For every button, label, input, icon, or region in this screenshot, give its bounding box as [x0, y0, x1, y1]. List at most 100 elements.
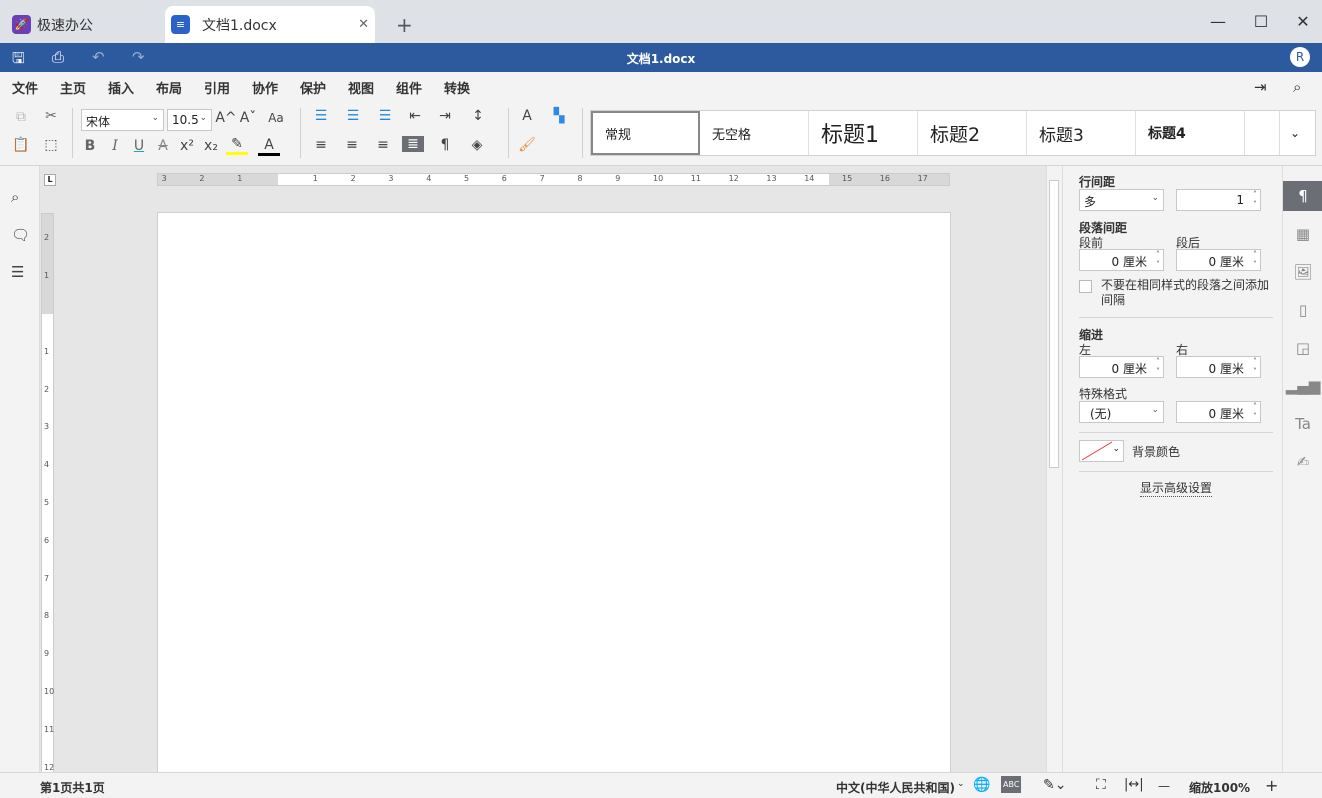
italic-button[interactable]: I: [104, 138, 126, 154]
change-case-button[interactable]: Aa: [262, 111, 290, 125]
decrease-indent-icon[interactable]: ⇤: [404, 108, 426, 124]
bold-button[interactable]: B: [79, 138, 101, 154]
shape-settings-icon[interactable]: ◲: [1283, 333, 1322, 363]
format-painter-icon[interactable]: 🖌: [516, 137, 538, 153]
copy-icon[interactable]: ⧉: [10, 109, 32, 125]
line-spacing-value-input[interactable]: 1 ˄ ˅: [1176, 189, 1261, 211]
highlight-icon[interactable]: ✎: [226, 136, 248, 155]
image-settings-icon[interactable]: 🖼: [1283, 257, 1322, 287]
paste-icon[interactable]: 📋: [10, 137, 32, 153]
background-color-picker[interactable]: ⌄: [1079, 440, 1124, 462]
line-spacing-icon[interactable]: ↕: [467, 108, 489, 124]
menu-layout[interactable]: 布局: [156, 78, 182, 97]
show-advanced-settings-link[interactable]: 显示高级设置: [1140, 479, 1213, 497]
vertical-ruler[interactable]: 2 1 1 2 3 4 5 6 7 8 9 10 11 12: [41, 213, 54, 772]
bullet-list-icon[interactable]: ☰: [310, 108, 332, 124]
new-tab-button[interactable]: +: [396, 6, 413, 43]
style-heading4[interactable]: 标题4: [1136, 111, 1245, 155]
open-location-icon[interactable]: ⇥: [1254, 78, 1267, 96]
grow-font-button[interactable]: A^: [215, 110, 237, 126]
menu-insert[interactable]: 插入: [108, 78, 134, 97]
search-icon[interactable]: ⌕: [11, 188, 19, 206]
maximize-button[interactable]: ☐: [1251, 12, 1271, 31]
style-heading2[interactable]: 标题2: [918, 111, 1027, 155]
table-settings-icon[interactable]: ▦: [1283, 219, 1322, 249]
increase-indent-icon[interactable]: ⇥: [434, 108, 456, 124]
paragraph-marks-icon[interactable]: ¶: [434, 137, 456, 153]
color-scheme-icon[interactable]: ▚: [548, 108, 570, 124]
align-left-icon[interactable]: ≡: [310, 137, 332, 153]
strikethrough-button[interactable]: A: [152, 138, 174, 154]
zoom-out-button[interactable]: —: [1158, 779, 1170, 793]
spacing-before-input[interactable]: 0 厘米 ˄ ˅: [1079, 249, 1164, 271]
font-color-icon[interactable]: A: [258, 137, 280, 156]
ruler-number: 3: [161, 174, 167, 183]
zoom-in-button[interactable]: +: [1265, 776, 1278, 795]
fit-width-icon[interactable]: |↔|: [1124, 777, 1144, 792]
vertical-scrollbar[interactable]: [1046, 166, 1062, 772]
shading-icon[interactable]: ◈: [466, 137, 488, 153]
line-spacing-mode-select[interactable]: 多 ⌄: [1079, 189, 1164, 211]
ruler-number: 2: [199, 174, 205, 183]
justify-icon[interactable]: ≣: [402, 136, 424, 152]
font-size-select[interactable]: 10.5 ⌄: [167, 109, 212, 131]
styles-expand-button[interactable]: ⌄: [1279, 111, 1315, 155]
spellcheck-icon[interactable]: ABC: [1001, 776, 1022, 793]
ruler-number: 17: [917, 174, 928, 183]
comment-icon[interactable]: 🗨: [11, 226, 30, 244]
language-select[interactable]: 中文(中华人民共和国): [836, 779, 955, 796]
font-name-select[interactable]: 宋体 ⌄: [81, 109, 164, 131]
signature-icon[interactable]: ✍: [1283, 447, 1322, 477]
menu-references[interactable]: 引用: [204, 78, 230, 97]
minimize-button[interactable]: —: [1208, 12, 1228, 31]
tab-document[interactable]: ≡ 文档1.docx ✕: [165, 6, 375, 43]
style-no-spacing[interactable]: 无空格: [700, 111, 809, 155]
horizontal-ruler[interactable]: 3 2 1 1 2 3 4 5 6 7 8 9 10 11 12 13 14 15 16 17: [157, 173, 950, 186]
tab-stop-selector[interactable]: L: [44, 174, 56, 186]
close-window-button[interactable]: ✕: [1293, 12, 1313, 31]
multilevel-list-icon[interactable]: ☰: [374, 108, 396, 124]
numbered-list-icon[interactable]: ☰: [342, 108, 364, 124]
zoom-level[interactable]: 缩放100%: [1189, 779, 1250, 796]
clear-format-icon[interactable]: A: [516, 108, 538, 124]
special-format-select[interactable]: (无) ⌄: [1079, 401, 1164, 423]
fit-page-icon[interactable]: ⛶: [1096, 777, 1106, 793]
paragraph-settings-icon[interactable]: ¶: [1283, 181, 1322, 211]
menu-plugins[interactable]: 组件: [396, 78, 422, 97]
scrollbar-thumb[interactable]: [1049, 180, 1059, 468]
tab-home[interactable]: 🚀 极速办公: [12, 6, 93, 43]
menu-convert[interactable]: 转换: [444, 78, 470, 97]
no-space-checkbox[interactable]: [1079, 280, 1092, 293]
avatar[interactable]: R: [1290, 47, 1310, 67]
cut-icon[interactable]: ✂: [40, 108, 62, 124]
ruler-number: 12: [44, 762, 55, 772]
text-art-icon[interactable]: Ta: [1283, 409, 1322, 439]
shrink-font-button[interactable]: Aˇ: [237, 110, 259, 126]
document-page[interactable]: [157, 212, 951, 772]
close-tab-icon[interactable]: ✕: [358, 17, 369, 32]
ruler-number: 10: [653, 174, 664, 183]
style-normal[interactable]: 常规: [591, 111, 700, 155]
indent-right-input[interactable]: 0 厘米 ˄ ˅: [1176, 356, 1261, 378]
style-heading3[interactable]: 标题3: [1027, 111, 1136, 155]
menu-view[interactable]: 视图: [348, 78, 374, 97]
select-all-icon[interactable]: ⬚: [40, 137, 62, 153]
menu-collaborate[interactable]: 协作: [252, 78, 278, 97]
align-right-icon[interactable]: ≡: [372, 137, 394, 153]
spacing-after-input[interactable]: 0 厘米 ˄ ˅: [1176, 249, 1261, 271]
search-icon[interactable]: ⌕: [1293, 78, 1301, 96]
menu-protect[interactable]: 保护: [300, 78, 326, 97]
header-footer-icon[interactable]: ▯: [1283, 295, 1322, 325]
subscript-button[interactable]: x₂: [200, 138, 222, 154]
globe-icon[interactable]: 🌐: [973, 777, 990, 793]
align-center-icon[interactable]: ≡: [341, 137, 363, 153]
indent-left-input[interactable]: 0 厘米 ˄ ˅: [1079, 356, 1164, 378]
track-changes-icon[interactable]: ✎⌄: [1043, 777, 1066, 793]
superscript-button[interactable]: x²: [176, 138, 198, 154]
menu-file[interactable]: 文件: [12, 78, 38, 97]
underline-button[interactable]: U: [128, 138, 150, 154]
special-format-value-input[interactable]: 0 厘米 ˄ ˅: [1176, 401, 1261, 423]
navigation-icon[interactable]: ☰: [11, 263, 24, 281]
style-heading1[interactable]: 标题1: [809, 111, 918, 155]
chart-settings-icon[interactable]: ▂▄▆: [1283, 371, 1322, 401]
